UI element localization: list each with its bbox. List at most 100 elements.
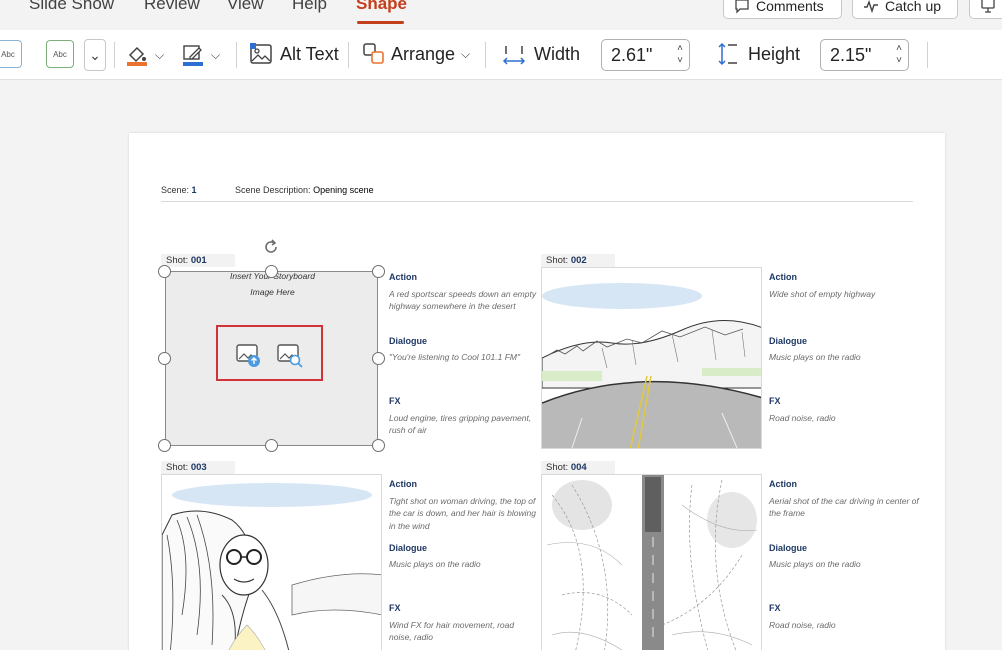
dialogue-text: Music plays on the radio	[769, 352, 861, 362]
catch-up-button[interactable]: Catch up	[852, 0, 958, 19]
dialogue-heading: Dialogue	[769, 542, 808, 553]
shot-label: Shot: 003	[161, 461, 235, 474]
ribbon-separator	[348, 42, 349, 68]
chevron-up-icon[interactable]: ˄	[677, 43, 683, 55]
comment-icon	[735, 0, 749, 14]
height-input[interactable]: 2.15" ˄ ˅	[820, 39, 909, 71]
chevron-down-icon[interactable]: ˅	[896, 55, 902, 67]
chevron-down-icon: ⌵	[211, 47, 221, 62]
resize-handle-top-left[interactable]	[158, 265, 171, 278]
action-heading: Action	[769, 272, 797, 282]
scene-label: Scene:	[161, 185, 190, 195]
arrange-button[interactable]: Arrange ⌵	[362, 42, 470, 66]
dialogue-text: Music plays on the radio	[389, 559, 481, 569]
activity-icon	[864, 0, 878, 13]
alt-text-button[interactable]: Alt Text	[249, 42, 339, 66]
shot-label-text: Shot:	[166, 462, 189, 473]
width-value: 2.61"	[611, 44, 653, 65]
scene-number: Scene: 1	[161, 185, 197, 195]
resize-handle-bottom-right[interactable]	[372, 439, 385, 452]
shot-notes: Action A red sportscar speeds down an em…	[389, 271, 539, 437]
woman-driving-sketch-icon	[162, 483, 381, 650]
resize-handle-left[interactable]	[158, 352, 171, 365]
resize-handle-bottom[interactable]	[265, 439, 278, 452]
chevron-down-icon: ⌵	[155, 47, 165, 62]
tab-view[interactable]: View	[227, 0, 264, 14]
chevron-down-icon: ⌵	[461, 46, 471, 61]
dialogue-heading: Dialogue	[389, 542, 428, 553]
ribbon-separator	[927, 42, 928, 68]
pen-outline-icon	[183, 45, 203, 66]
aerial-road-sketch-icon	[546, 475, 758, 650]
shot-label-text: Shot:	[546, 462, 569, 473]
scene-desc-label: Scene Description:	[235, 185, 311, 195]
resize-handle-top[interactable]	[265, 265, 278, 278]
storyboard-image-driver[interactable]	[161, 474, 382, 650]
tab-review[interactable]: Review	[144, 0, 200, 14]
height-value: 2.15"	[830, 44, 872, 65]
fx-text: Loud engine, tires gripping pavement, ru…	[389, 412, 532, 436]
shape-fill-button[interactable]: ⌵	[125, 43, 164, 67]
ribbon-separator	[485, 42, 486, 68]
paint-bucket-icon	[127, 46, 147, 66]
resize-handle-top-right[interactable]	[372, 265, 385, 278]
alt-text-icon	[250, 43, 272, 64]
arrange-icon	[363, 43, 384, 64]
scene-value: 1	[191, 185, 197, 195]
action-text: Wide shot of empty highway	[769, 288, 876, 299]
height-label: Height	[748, 43, 801, 64]
styles-gallery-expand[interactable]: ⌄	[84, 39, 106, 71]
width-arrows-icon	[502, 46, 526, 65]
fx-text: Wind FX for hair movement, road noise, r…	[389, 619, 515, 643]
comments-button[interactable]: Comments	[723, 0, 842, 19]
rotate-handle-icon[interactable]	[262, 238, 280, 256]
width-label: Width	[534, 43, 581, 64]
divider	[161, 201, 913, 202]
height-control-label: Height	[716, 42, 800, 66]
slide-canvas[interactable]: Scene: 1 Scene Description: Opening scen…	[129, 133, 945, 650]
tab-help[interactable]: Help	[292, 0, 327, 14]
ribbon-separator	[236, 42, 237, 68]
scene-description: Scene Description: Opening scene	[235, 185, 374, 195]
highlight-box	[216, 325, 323, 381]
tab-shape[interactable]: Shape	[356, 0, 407, 14]
width-input[interactable]: 2.61" ˄ ˅	[601, 39, 690, 71]
ribbon-toolbar: Abc Abc ⌄ ⌵ ⌵ Alt Text Arrange ⌵ Width 2…	[0, 30, 1002, 80]
storyboard-image-aerial[interactable]	[541, 474, 762, 650]
shot-notes: Action Tight shot on woman driving, the …	[389, 478, 539, 644]
ribbon-separator	[114, 42, 115, 68]
shape-style-swatch-2[interactable]: Abc	[46, 40, 74, 68]
dialogue-heading: Dialogue	[389, 335, 428, 346]
shot-number: 002	[570, 255, 587, 266]
chevron-up-icon[interactable]: ˄	[896, 43, 902, 55]
chevron-down-icon: ⌄	[89, 46, 101, 63]
active-tab-indicator	[357, 21, 404, 24]
width-spin-arrows[interactable]: ˄ ˅	[677, 43, 683, 67]
present-button[interactable]	[969, 0, 1002, 19]
height-arrows-icon	[718, 42, 737, 66]
action-heading: Action	[389, 479, 417, 489]
arrange-label: Arrange	[391, 43, 456, 64]
dialogue-heading: Dialogue	[769, 335, 808, 346]
resize-handle-right[interactable]	[372, 352, 385, 365]
shot-notes: Action Aerial shot of the car driving in…	[769, 478, 919, 631]
comments-label: Comments	[756, 0, 824, 14]
shape-outline-button[interactable]: ⌵	[181, 43, 220, 67]
fx-text: Road noise, radio	[769, 412, 836, 423]
tab-slide-show[interactable]: Slide Show	[29, 0, 114, 14]
storyboard-image-highway[interactable]	[541, 267, 762, 449]
fx-heading: FX	[389, 396, 401, 406]
height-spin-arrows[interactable]: ˄ ˅	[896, 43, 902, 67]
fx-text: Road noise, radio	[769, 619, 836, 630]
resize-handle-bottom-left[interactable]	[158, 439, 171, 452]
shot-label: Shot: 004	[541, 461, 615, 474]
shot-label-text: Shot:	[166, 255, 189, 266]
width-control-label: Width	[502, 42, 580, 66]
shot-number: 003	[190, 462, 207, 473]
fx-heading: FX	[769, 396, 781, 406]
chevron-down-icon[interactable]: ˅	[677, 55, 683, 67]
catch-up-label: Catch up	[885, 0, 942, 14]
action-text: A red sportscar speeds down an empty hig…	[389, 288, 537, 312]
shape-style-swatch-1[interactable]: Abc	[0, 40, 22, 68]
shot-label-text: Shot:	[546, 255, 569, 266]
